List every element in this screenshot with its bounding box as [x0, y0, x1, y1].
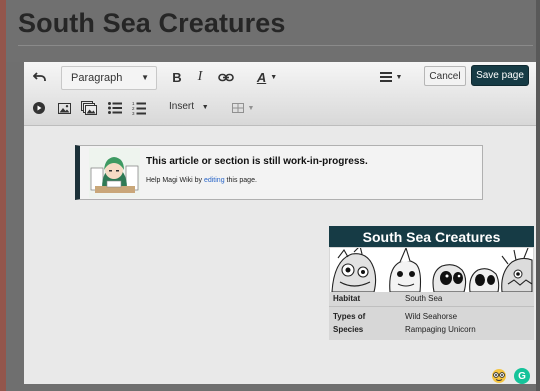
bullet-list-button[interactable] — [107, 101, 123, 115]
page-title: South Sea Creatures — [18, 8, 286, 38]
right-edge-strip — [536, 0, 540, 391]
insert-label: Insert — [169, 101, 195, 112]
chevron-down-icon: ▼ — [201, 104, 209, 111]
text-style-button[interactable]: A ▼ — [255, 68, 279, 86]
notice-subtext: Help Magi Wiki by editing this page. — [146, 177, 257, 184]
paragraph-format-label: Paragraph — [71, 72, 123, 84]
image-button[interactable] — [56, 101, 72, 115]
undo-icon — [33, 72, 46, 81]
numbered-list-icon: 123 — [132, 101, 146, 115]
cancel-button[interactable]: Cancel — [424, 66, 466, 86]
link-icon — [218, 73, 234, 81]
chevron-down-icon: ▼ — [395, 73, 403, 81]
notice-title: This article or section is still work-in… — [146, 156, 368, 167]
notice-edit-link[interactable]: editing — [204, 177, 225, 184]
visual-editor: Paragraph ▼ B I A ▼ ▼ Cancel Save page 1… — [24, 62, 536, 384]
text-style-label: A — [256, 69, 267, 85]
insert-menu[interactable]: Insert ▼ — [169, 101, 209, 112]
numbered-list-button[interactable]: 123 — [131, 100, 147, 116]
notice-text-before: Help Magi Wiki by — [146, 177, 204, 184]
infobox[interactable]: South Sea Creatures Habitat South Sea Ty… — [329, 226, 534, 340]
bullet-list-icon — [108, 102, 122, 114]
undo-button[interactable] — [31, 69, 49, 85]
image-icon — [57, 102, 71, 114]
editor-content[interactable]: This article or section is still work-in… — [24, 127, 536, 384]
table-button[interactable]: ▼ — [230, 101, 256, 115]
infobox-row-types: Types of — [333, 312, 365, 321]
notice-text-after: this page. — [224, 177, 257, 184]
play-circle-icon — [33, 102, 45, 114]
bold-button[interactable]: B — [169, 69, 185, 85]
grammar-assistant-icon[interactable] — [491, 369, 507, 383]
chevron-down-icon: ▼ — [141, 73, 149, 82]
gallery-icon — [81, 101, 97, 115]
infobox-value-habitat: South Sea — [405, 294, 443, 303]
infobox-creatures-image — [330, 248, 533, 292]
infobox-key: Types of — [333, 312, 366, 321]
nerd-face-icon — [492, 369, 506, 383]
title-divider — [18, 45, 533, 46]
infobox-key: Species — [333, 325, 364, 334]
infobox-value-species: Rampaging Unicorn — [405, 325, 476, 334]
gallery-button[interactable] — [80, 100, 98, 116]
media-button[interactable] — [32, 101, 46, 115]
left-edge-strip — [0, 0, 6, 391]
infobox-row-divider — [329, 306, 534, 307]
list-style-button[interactable]: ▼ — [378, 69, 404, 85]
infobox-value-types: Wild Seahorse — [405, 312, 458, 321]
paragraph-format-select[interactable]: Paragraph ▼ — [61, 66, 157, 90]
svg-text:3: 3 — [132, 111, 135, 115]
link-button[interactable] — [217, 70, 235, 84]
italic-button[interactable]: I — [192, 69, 208, 85]
infobox-key: Habitat — [333, 294, 361, 303]
table-icon — [231, 103, 244, 113]
grammarly-icon[interactable]: G — [514, 368, 530, 384]
align-lines-icon — [379, 72, 392, 82]
save-page-button[interactable]: Save page — [471, 65, 529, 86]
infobox-row-species: Species — [333, 325, 363, 334]
work-in-progress-notice: This article or section is still work-in… — [75, 145, 483, 200]
infobox-title: South Sea Creatures — [329, 226, 534, 247]
notice-character-image — [89, 148, 140, 198]
chevron-down-icon: ▼ — [270, 73, 278, 81]
chevron-down-icon: ▼ — [247, 104, 255, 112]
editor-toolbar: Paragraph ▼ B I A ▼ ▼ Cancel Save page 1… — [24, 62, 536, 126]
infobox-row-habitat: Habitat — [333, 294, 360, 303]
